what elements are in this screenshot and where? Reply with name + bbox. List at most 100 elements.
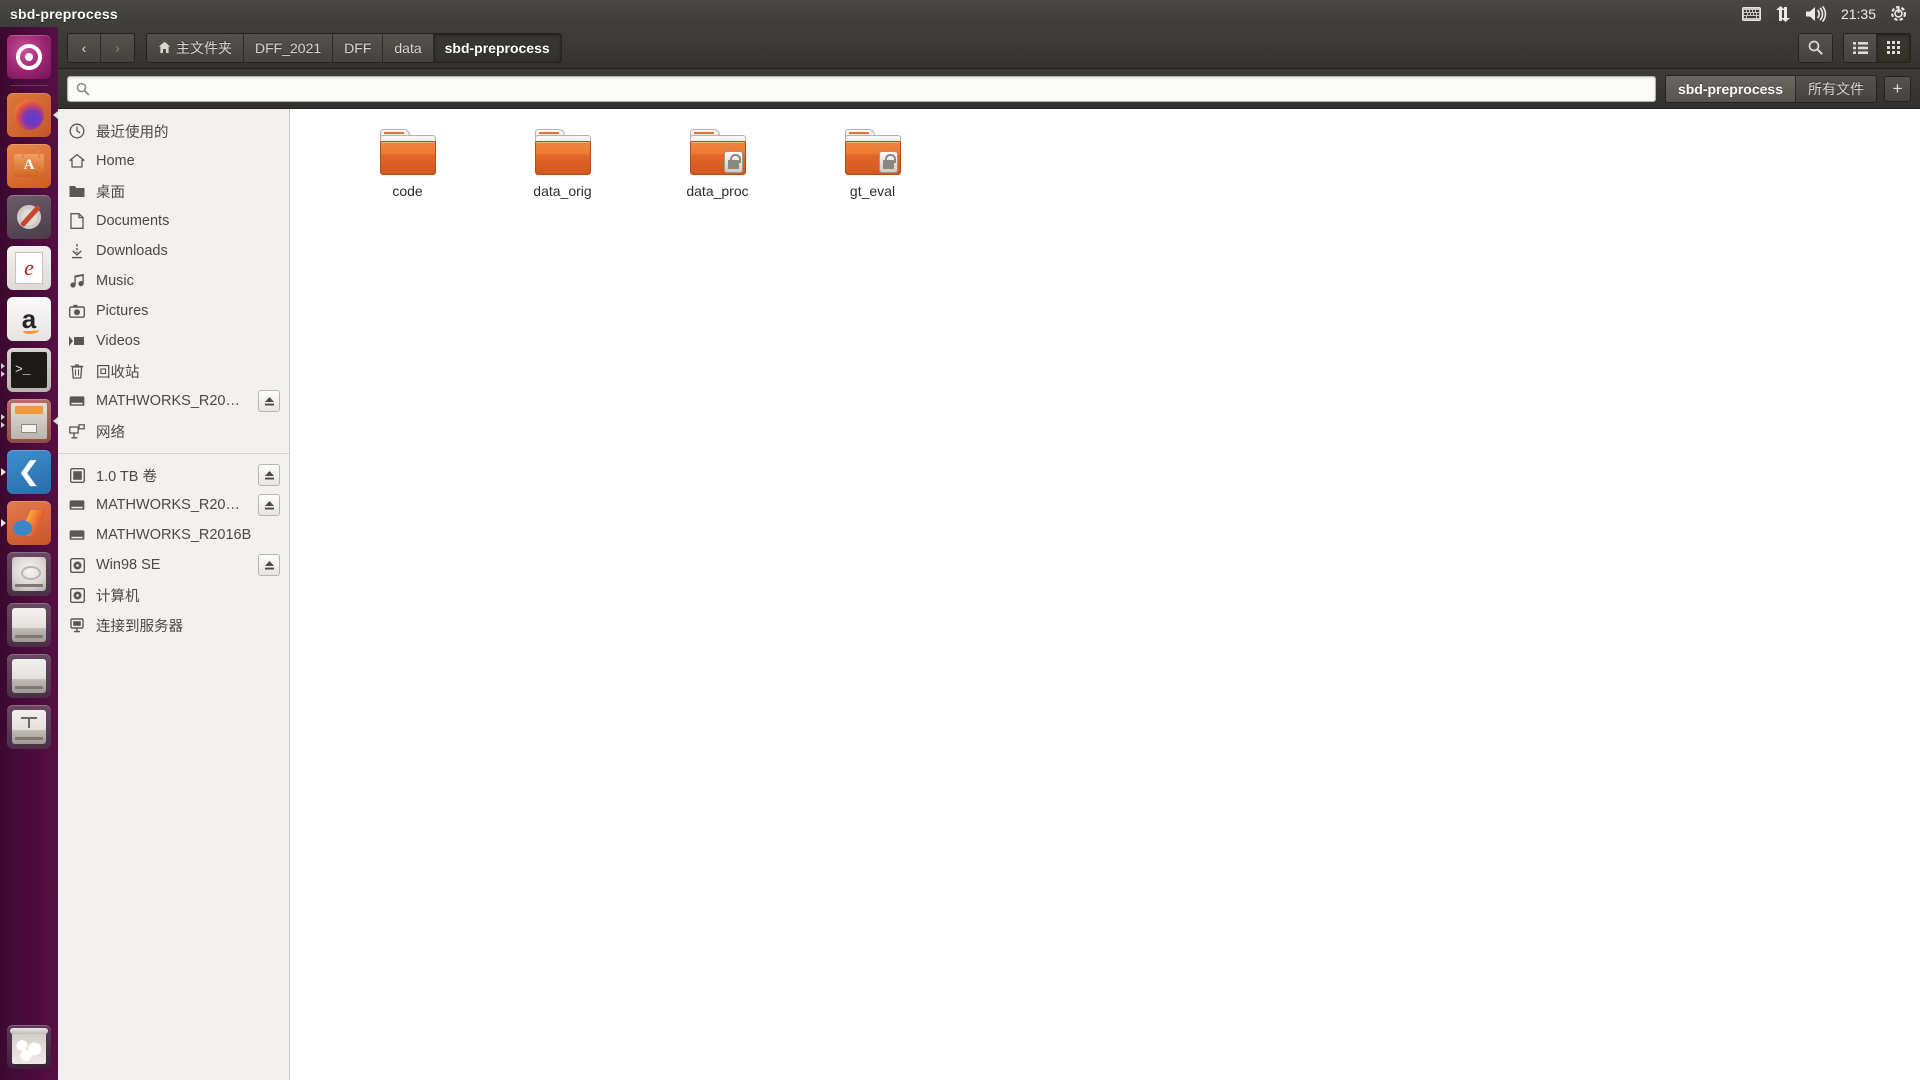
tray-clock[interactable]: 21:35 xyxy=(1841,6,1876,22)
launcher-item-vscode[interactable]: ❮ xyxy=(0,446,58,497)
search-icon[interactable] xyxy=(1799,33,1832,62)
sidebar-item-music[interactable]: Music xyxy=(58,266,289,296)
files-icon xyxy=(7,398,51,443)
breadcrumb-item-home[interactable]: 主文件夹 xyxy=(147,33,244,62)
ubuntu-software-icon: A xyxy=(7,143,51,188)
power-gear-icon[interactable] xyxy=(1890,5,1907,22)
launcher-item-system-settings[interactable] xyxy=(0,191,58,242)
document-icon xyxy=(68,212,86,230)
sidebar-item-label: Documents xyxy=(96,213,170,229)
launcher-item-matlab[interactable] xyxy=(0,497,58,548)
sidebar-item-mathworks-2[interactable]: MATHWORKS_R2016B xyxy=(58,490,289,520)
launcher-pip xyxy=(1,467,6,476)
sidebar-item-connect-to-server[interactable]: 连接到服务器 xyxy=(58,610,289,640)
file-item-code[interactable]: code xyxy=(330,125,485,200)
computer-icon xyxy=(68,586,86,604)
sidebar-item-computer[interactable]: 计算机 xyxy=(58,580,289,610)
launcher-item-firefox[interactable] xyxy=(0,89,58,140)
folder-icon xyxy=(379,129,436,175)
eject-button[interactable] xyxy=(258,464,280,486)
eject-button[interactable] xyxy=(258,494,280,516)
panel-window-title: sbd-preprocess xyxy=(10,5,118,22)
sidebar-item-mathworks-1[interactable]: MATHWORKS_R2016B xyxy=(58,386,289,416)
window-body: 最近使用的 Home 桌面 Documents Downloads Music … xyxy=(58,109,1920,1080)
search-entry[interactable] xyxy=(67,75,1656,102)
launcher-item-usb-drive[interactable] xyxy=(0,701,58,752)
file-icon-view[interactable]: code data_orig data_proc gt_eval xyxy=(290,109,1920,1080)
launcher-item-ubuntu-software[interactable]: A xyxy=(0,140,58,191)
back-button[interactable]: ‹ xyxy=(68,33,101,62)
keyboard-icon[interactable] xyxy=(1741,6,1761,21)
amazon-icon: a xyxy=(7,296,51,341)
add-tab-button[interactable]: + xyxy=(1884,75,1911,102)
sidebar-item-network[interactable]: 网络 xyxy=(58,416,289,446)
lock-icon xyxy=(878,151,898,173)
sidebar-item-desktop[interactable]: 桌面 xyxy=(58,176,289,206)
sidebar-item-downloads[interactable]: Downloads xyxy=(58,236,289,266)
ubuntu-dash-icon xyxy=(7,34,51,79)
sidebar-separator xyxy=(58,453,289,454)
tab-all-files[interactable]: 所有文件 xyxy=(1796,75,1876,102)
eject-button[interactable] xyxy=(258,554,280,576)
launcher-item-document-viewer[interactable] xyxy=(0,242,58,293)
breadcrumb-item-data[interactable]: data xyxy=(383,33,434,62)
home-icon xyxy=(68,152,86,170)
sidebar-item-label: Music xyxy=(96,273,134,289)
camera-icon xyxy=(68,302,86,320)
forward-button[interactable]: › xyxy=(101,33,134,62)
network-updown-icon[interactable] xyxy=(1775,5,1792,22)
usb-drive-icon xyxy=(7,704,51,749)
sidebar-item-label: Home xyxy=(96,153,135,169)
hard-disk-icon xyxy=(7,551,51,596)
file-item-data-proc[interactable]: data_proc xyxy=(640,125,795,200)
home-icon xyxy=(158,41,171,53)
matlab-icon xyxy=(7,500,51,545)
eject-button[interactable] xyxy=(258,390,280,412)
sidebar-item-label: Videos xyxy=(96,333,141,349)
clock-icon xyxy=(68,122,86,140)
file-item-gt-eval[interactable]: gt_eval xyxy=(795,125,950,200)
sidebar-item-label: 最近使用的 xyxy=(96,124,169,141)
sidebar-item-label: 回收站 xyxy=(96,364,140,381)
video-icon xyxy=(68,332,86,350)
breadcrumb-item-dff[interactable]: DFF xyxy=(333,33,384,62)
sidebar-item-win98se[interactable]: Win98 SE xyxy=(58,550,289,580)
sidebar-item-documents[interactable]: Documents xyxy=(58,206,289,236)
sidebar-item-recent[interactable]: 最近使用的 xyxy=(58,116,289,146)
tab-bar: sbd-preprocess 所有文件 + xyxy=(1664,74,1911,103)
sidebar-item-videos[interactable]: Videos xyxy=(58,326,289,356)
system-tray: 21:35 xyxy=(1741,5,1920,22)
breadcrumb-item-current[interactable]: sbd-preprocess xyxy=(433,33,561,62)
grid-view-icon[interactable] xyxy=(1877,33,1910,62)
launcher-item-ubuntu-dash[interactable] xyxy=(0,31,58,82)
search-input[interactable] xyxy=(96,80,1647,97)
launcher-pip-stack xyxy=(1,412,5,430)
sidebar-item-trash[interactable]: 回收站 xyxy=(58,356,289,386)
launcher-item-files[interactable] xyxy=(0,395,58,446)
breadcrumb-item-dff2021[interactable]: DFF_2021 xyxy=(244,33,334,62)
file-item-data-orig[interactable]: data_orig xyxy=(485,125,640,200)
folder-icon xyxy=(844,129,901,175)
volume-drive-icon xyxy=(7,653,51,698)
launcher-item-hard-disk[interactable] xyxy=(0,548,58,599)
launcher-item-amazon[interactable]: a xyxy=(0,293,58,344)
sidebar-item-mathworks-3[interactable]: MATHWORKS_R2016B xyxy=(58,520,289,550)
list-view-icon[interactable] xyxy=(1844,33,1877,62)
sidebar-item-volume-1tb[interactable]: 1.0 TB 卷 xyxy=(58,460,289,490)
launcher-item-terminal[interactable]: >_ xyxy=(0,344,58,395)
nautilus-window: ‹ › 主文件夹 DFF_2021 DFF data sbd-preproces… xyxy=(58,27,1920,1080)
sidebar-item-label: 桌面 xyxy=(96,184,125,201)
sidebar-item-label: Win98 SE xyxy=(96,557,161,573)
breadcrumb: 主文件夹 DFF_2021 DFF data sbd-preprocess xyxy=(146,32,562,63)
sidebar-item-home[interactable]: Home xyxy=(58,146,289,176)
music-icon xyxy=(68,272,86,290)
folder-icon xyxy=(689,129,746,175)
tab-sbd-preprocess[interactable]: sbd-preprocess xyxy=(1665,75,1796,102)
sidebar-item-pictures[interactable]: Pictures xyxy=(58,296,289,326)
breadcrumb-label: 主文件夹 xyxy=(176,39,232,56)
volume-icon[interactable] xyxy=(1805,5,1827,22)
launcher-item-volume-drive-1[interactable] xyxy=(0,599,58,650)
launcher-item-volume-drive-2[interactable] xyxy=(0,650,58,701)
disc-icon xyxy=(68,556,86,574)
launcher-item-trash[interactable] xyxy=(0,1021,58,1072)
